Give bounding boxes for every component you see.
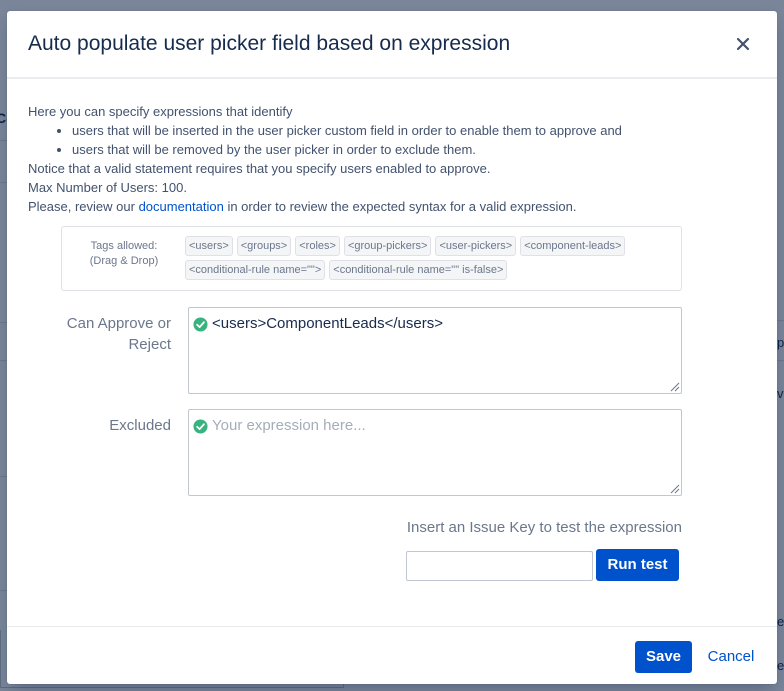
instructions-text: in order to review the expected syntax f… xyxy=(223,199,577,214)
dialog-title: Auto populate user picker field based on… xyxy=(28,32,511,55)
issue-key-input[interactable] xyxy=(406,551,593,581)
cancel-button[interactable]: Cancel xyxy=(701,641,761,673)
excluded-expression-placeholder: Your expression here... xyxy=(212,417,366,434)
excluded-expression-textarea[interactable]: Your expression here... xyxy=(188,409,682,496)
instructions-line: Here you can specify expressions that id… xyxy=(28,104,293,119)
tag-groups[interactable]: <groups> xyxy=(236,236,292,256)
issue-key-test-label: Insert an Issue Key to test the expressi… xyxy=(406,519,682,536)
tag-users[interactable]: <users> xyxy=(185,236,233,256)
close-button[interactable] xyxy=(732,33,754,55)
tag-conditional-rule[interactable]: <conditional-rule name=""> xyxy=(185,260,326,280)
resize-grip-icon[interactable] xyxy=(670,382,680,392)
excluded-field-label: Excluded xyxy=(109,417,171,434)
approve-field-label-line: Reject xyxy=(128,336,171,353)
valid-check-icon xyxy=(193,317,208,332)
dialog-footer: Save Cancel xyxy=(7,626,777,685)
tag-conditional-rule-is-false[interactable]: <conditional-rule name="" is-false> xyxy=(329,260,508,280)
instructions-line: Notice that a valid statement requires t… xyxy=(28,161,491,176)
instructions: Here you can specify expressions that id… xyxy=(28,102,763,216)
save-button[interactable]: Save xyxy=(635,641,692,673)
expression-dialog: Auto populate user picker field based on… xyxy=(7,11,777,684)
instructions-bullet: users that will be removed by the user p… xyxy=(72,140,763,159)
tag-user-pickers[interactable]: <user-pickers> xyxy=(435,236,517,256)
allowed-tags-panel: Tags allowed: (Drag & Drop) <users> <gro… xyxy=(61,226,682,291)
tags-label-line: (Drag & Drop) xyxy=(89,255,159,267)
tags-label: Tags allowed: (Drag & Drop) xyxy=(62,239,186,269)
approve-field-label: Can Approve or Reject xyxy=(11,313,171,355)
approve-field-label-line: Can Approve or xyxy=(66,315,171,332)
instructions-line: Please, review our documentation in orde… xyxy=(28,197,763,216)
instructions-line: Max Number of Users: 100. xyxy=(28,180,187,195)
instructions-list: users that will be inserted in the user … xyxy=(28,121,763,159)
instructions-bullet: users that will be inserted in the user … xyxy=(72,121,763,140)
approve-expression-textarea[interactable]: <users>ComponentLeads</users> xyxy=(188,307,682,394)
tags-label-line: Tags allowed: xyxy=(90,240,158,252)
dialog-header: Auto populate user picker field based on… xyxy=(7,11,777,79)
valid-check-icon xyxy=(193,419,208,434)
tag-list: <users> <groups> <roles> <group-pickers>… xyxy=(185,236,635,280)
close-icon xyxy=(736,37,750,51)
resize-grip-icon[interactable] xyxy=(670,484,680,494)
run-test-button[interactable]: Run test xyxy=(596,549,679,581)
tag-roles[interactable]: <roles> xyxy=(295,236,340,256)
instructions-text: Please, review our xyxy=(28,199,139,214)
tag-component-leads[interactable]: <component-leads> xyxy=(520,236,626,256)
documentation-link[interactable]: documentation xyxy=(139,199,224,214)
tag-group-pickers[interactable]: <group-pickers> xyxy=(343,236,432,256)
approve-expression-value: <users>ComponentLeads</users> xyxy=(212,315,443,332)
